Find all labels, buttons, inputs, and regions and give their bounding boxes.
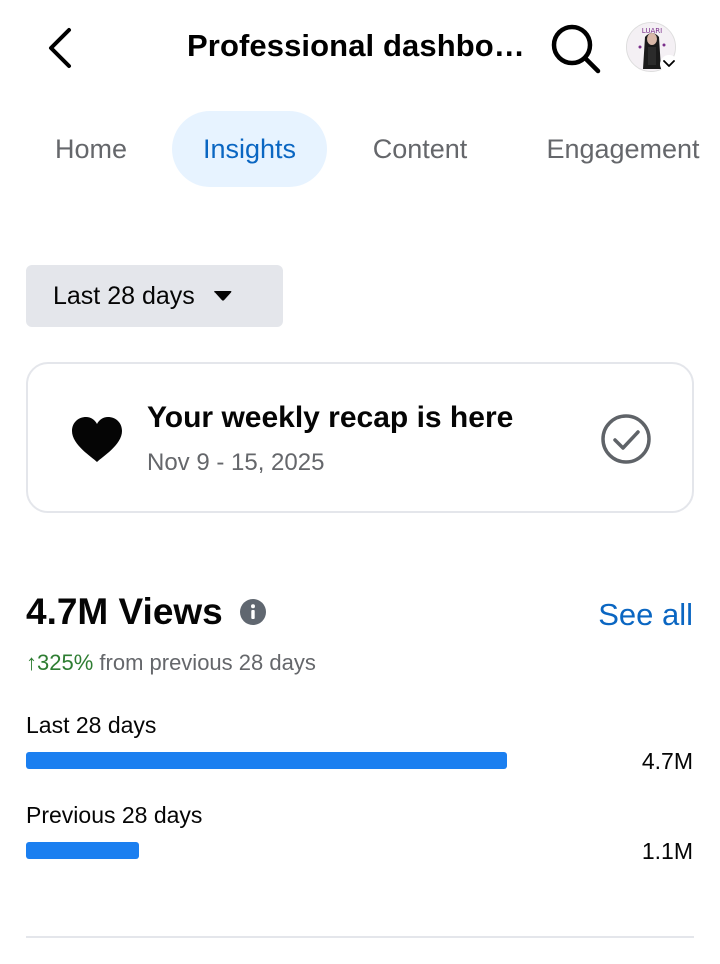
search-button[interactable] [549, 22, 603, 76]
top-bar: Professional dashbo… LUARI [0, 0, 720, 100]
bar-value-previous-28: 1.1M [641, 838, 693, 864]
bar-track-last-28 [26, 752, 507, 769]
tab-home[interactable]: Home [36, 111, 146, 187]
recap-dates: Nov 9 - 15, 2025 [147, 449, 325, 476]
tab-insights[interactable]: Insights [172, 111, 327, 187]
section-divider [26, 936, 694, 938]
back-arrow-icon [49, 28, 71, 68]
heart-icon [72, 417, 122, 462]
bar-value-last-28: 4.7M [641, 748, 693, 774]
views-change: ↑325% from previous 28 days [26, 650, 316, 676]
avatar-chevron [660, 55, 678, 73]
back-button[interactable] [38, 22, 82, 74]
avatar-logo-text: LUARI [642, 27, 662, 35]
page-title: Professional dashbo… [187, 28, 525, 63]
date-range-label: Last 28 days [53, 281, 195, 310]
caret-down-icon [213, 290, 233, 302]
tab-content[interactable]: Content [352, 111, 488, 187]
bar-fill-previous-28 [26, 842, 139, 859]
change-percent: ↑325% [26, 650, 94, 675]
change-text: from previous 28 days [93, 650, 316, 675]
chevron-down-icon [663, 60, 675, 67]
bar-label-last-28: Last 28 days [26, 712, 157, 738]
date-range-dropdown[interactable]: Last 28 days [26, 265, 283, 327]
bar-label-previous-28: Previous 28 days [26, 802, 203, 828]
tab-engagement[interactable]: Engagement [528, 111, 718, 187]
views-heading: 4.7M Views [26, 591, 266, 633]
profile-switcher[interactable]: LUARI [624, 22, 680, 74]
see-all-link[interactable]: See all [598, 597, 693, 633]
bar-fill-last-28 [26, 752, 507, 769]
tab-bar: Home Insights Content Engagement [0, 110, 720, 190]
info-icon[interactable] [239, 599, 266, 625]
search-icon [551, 24, 601, 74]
check-circle-icon [601, 414, 651, 464]
bar-track-previous-28 [26, 842, 507, 859]
views-total: 4.7M Views [26, 591, 223, 632]
weekly-recap-card[interactable]: Your weekly recap is here Nov 9 - 15, 20… [26, 362, 694, 513]
recap-title: Your weekly recap is here [147, 401, 514, 434]
